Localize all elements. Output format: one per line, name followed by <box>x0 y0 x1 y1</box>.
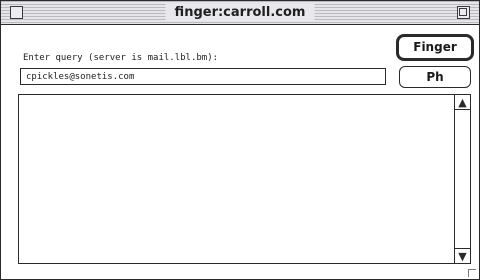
vertical-scrollbar[interactable]: ▲ ▼ <box>454 95 470 263</box>
title-bar[interactable]: finger:carroll.com <box>1 1 479 25</box>
scroll-up-arrow-icon[interactable]: ▲ <box>455 95 470 110</box>
ph-button[interactable]: Ph <box>399 66 471 88</box>
finger-button[interactable]: Finger <box>396 34 474 61</box>
output-text-area[interactable]: ▲ ▼ <box>18 94 471 264</box>
window-title: finger:carroll.com <box>165 4 315 21</box>
query-prompt: Enter query (server is mail.lbl.bm): <box>23 53 219 63</box>
close-box-icon[interactable] <box>10 6 23 19</box>
zoom-box-icon[interactable] <box>457 6 470 19</box>
resize-grow-box-icon[interactable] <box>468 269 476 277</box>
query-input[interactable] <box>20 68 386 85</box>
scroll-down-arrow-icon[interactable]: ▼ <box>455 248 470 263</box>
finger-window: finger:carroll.com Enter query (server i… <box>0 0 480 280</box>
